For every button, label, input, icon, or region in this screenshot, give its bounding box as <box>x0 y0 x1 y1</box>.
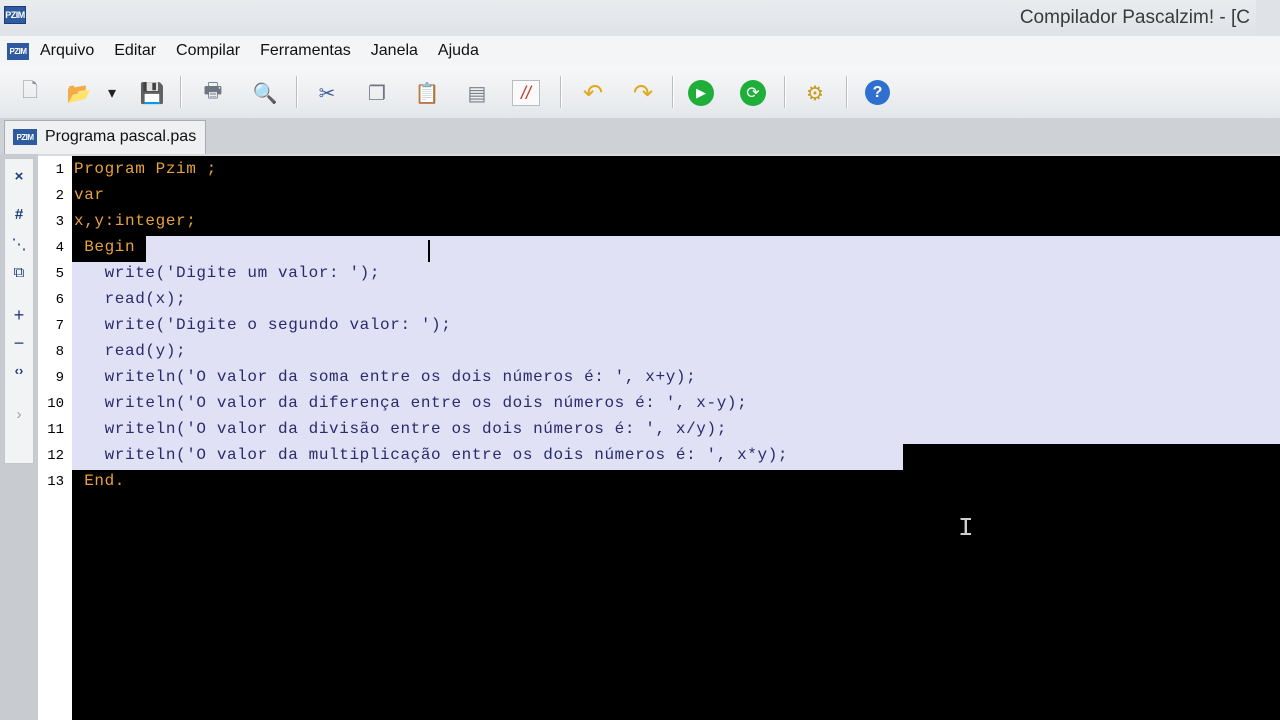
code-line: writeln('O valor da soma entre os dois n… <box>74 368 697 386</box>
code-line: Begin <box>74 238 136 256</box>
text-caret <box>428 240 430 262</box>
brackets-icon[interactable]: ‹› <box>5 359 33 383</box>
tab-programa-pascal[interactable]: PZIM Programa pascal.pas <box>4 120 206 154</box>
redo-icon[interactable]: ↷ <box>628 78 658 108</box>
toolbar-separator <box>180 76 182 108</box>
step-run-icon[interactable]: ⟳ <box>740 80 766 106</box>
code-editor[interactable]: Program Pzim ; var x,y:integer; Begin wr… <box>72 156 1280 720</box>
undo-icon[interactable]: ↶ <box>578 78 608 108</box>
toolbar-separator <box>296 76 298 108</box>
menu-ferramentas[interactable]: Ferramentas <box>260 42 351 60</box>
collapse-icon[interactable]: − <box>5 331 33 355</box>
line-number: 6 <box>55 292 64 308</box>
line-number: 2 <box>55 188 64 204</box>
open-folder-icon[interactable]: 📂 <box>64 78 94 108</box>
print-preview-icon[interactable]: 🔍 <box>250 78 280 108</box>
menu-ajuda[interactable]: Ajuda <box>438 42 479 60</box>
toolbar-separator <box>672 76 674 108</box>
toolbar-separator <box>846 76 848 108</box>
copy-icon[interactable]: ❐ <box>362 78 392 108</box>
toolbar-separator <box>784 76 786 108</box>
title-bar: PZIM Compilador Pascalzim! - [C <box>0 0 1280 37</box>
document-menu-icon[interactable]: PZIM <box>7 42 29 60</box>
expand-icon[interactable]: + <box>5 303 33 327</box>
code-line: writeln('O valor da diferença entre os d… <box>74 394 748 412</box>
code-line: read(x); <box>74 290 187 308</box>
menu-bar: PZIM Arquivo Editar Compilar Ferramentas… <box>0 36 1280 66</box>
line-number: 7 <box>55 318 64 334</box>
new-file-icon[interactable]: 🗋 <box>15 78 45 108</box>
toolbar: 🗋 📂 ▾ 💾 🖶 🔍 ✂ ❐ 📋 ▤ // ↶ ↷ ▶ ⟳ ⚙ ? <box>0 66 1280 119</box>
arrow-right-icon[interactable]: › <box>5 403 33 427</box>
code-line: End. <box>74 472 126 490</box>
line-number: 8 <box>55 344 64 360</box>
tab-label: Programa pascal.pas <box>45 128 197 145</box>
line-number: 12 <box>47 448 64 464</box>
indent-icon[interactable]: ⋱ <box>5 233 33 257</box>
code-line: writeln('O valor da divisão entre os doi… <box>74 420 727 438</box>
window-title: Compilador Pascalzim! - [C <box>1019 7 1250 28</box>
code-line: read(y); <box>74 342 187 360</box>
paste-icon[interactable]: 📋 <box>412 78 442 108</box>
settings-icon[interactable]: ⚙ <box>800 78 830 108</box>
line-number: 3 <box>55 214 64 230</box>
ibeam-cursor-icon: I <box>958 513 974 543</box>
code-line: write('Digite um valor: '); <box>74 264 381 282</box>
line-number-gutter: 1 2 3 4 5 6 7 8 9 10 11 12 13 <box>38 156 73 720</box>
code-line: var <box>74 186 105 204</box>
cut-icon[interactable]: ✂ <box>312 78 342 108</box>
select-all-icon[interactable]: ▤ <box>462 78 492 108</box>
dropdown-arrow-icon[interactable]: ▾ <box>103 78 121 108</box>
line-number: 10 <box>47 396 64 412</box>
line-number: 11 <box>47 422 64 438</box>
code-line: write('Digite o segundo valor: '); <box>74 316 452 334</box>
menu-compilar[interactable]: Compilar <box>176 42 240 60</box>
hash-icon[interactable]: # <box>5 203 33 227</box>
line-number: 9 <box>55 370 64 386</box>
run-icon[interactable]: ▶ <box>688 80 714 106</box>
pascal-file-icon: PZIM <box>13 129 37 145</box>
menu-editar[interactable]: Editar <box>114 42 156 60</box>
print-icon[interactable]: 🖶 <box>198 78 228 108</box>
line-number: 13 <box>47 474 64 490</box>
menu-arquivo[interactable]: Arquivo <box>40 42 94 60</box>
line-number: 1 <box>55 162 64 178</box>
window-controls[interactable] <box>1256 0 1280 36</box>
line-number: 5 <box>55 266 64 282</box>
menu-janela[interactable]: Janela <box>371 42 418 60</box>
tab-strip: PZIM Programa pascal.pas <box>0 118 1280 154</box>
window-icon[interactable]: ⧉ <box>5 261 33 285</box>
code-line: writeln('O valor da multiplicação entre … <box>74 446 789 464</box>
code-line: x,y:integer; <box>74 212 197 230</box>
save-icon[interactable]: 💾 <box>137 78 167 108</box>
app-icon[interactable]: PZIM <box>4 6 26 24</box>
comment-icon[interactable]: // <box>512 80 540 106</box>
help-icon[interactable]: ? <box>865 80 890 105</box>
close-icon[interactable]: × <box>5 165 33 189</box>
code-line: Program Pzim ; <box>74 160 217 178</box>
toolbar-separator <box>560 76 562 108</box>
line-number: 4 <box>55 240 64 256</box>
